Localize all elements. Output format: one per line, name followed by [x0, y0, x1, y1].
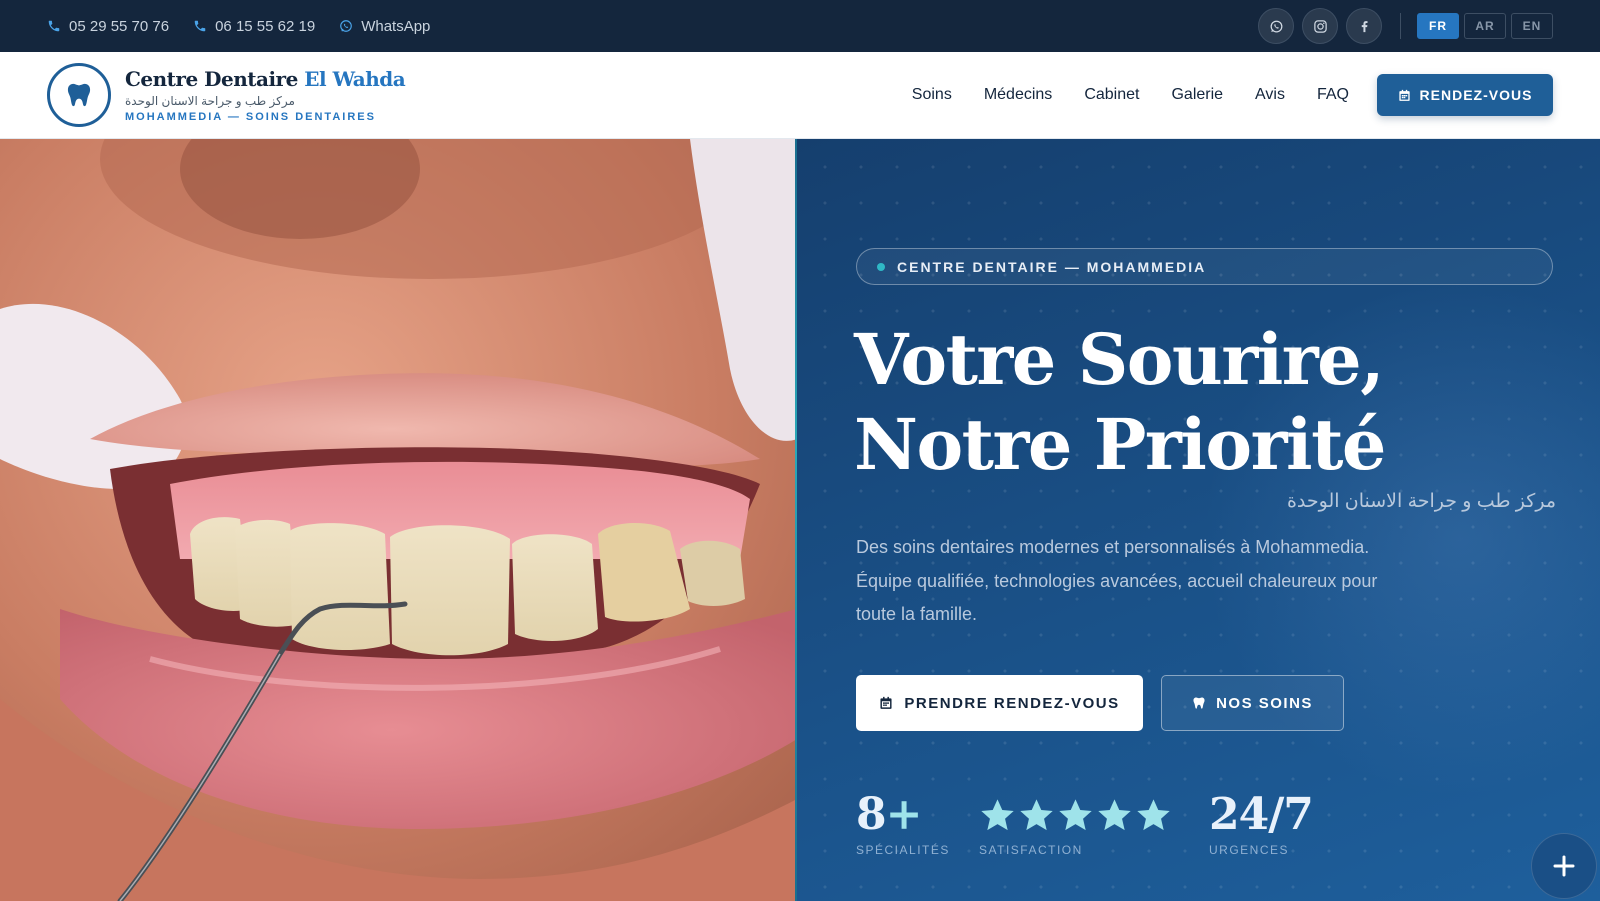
calendar-icon	[880, 696, 892, 709]
book-appointment-label: PRENDRE RENDEZ-VOUS	[904, 694, 1120, 712]
phone-icon	[194, 20, 206, 32]
hero-photo	[0, 139, 797, 901]
badge-text: CENTRE DENTAIRE — MOHAMMEDIA	[897, 258, 1207, 275]
floating-action-button[interactable]	[1531, 833, 1597, 899]
facebook-icon	[1361, 20, 1367, 32]
brand-name-main: Centre Dentaire	[125, 67, 298, 91]
stat-specialties-number: 8	[856, 789, 887, 840]
hero-arabic-subtitle: مركز طب و جراحة الاسنان الوحدة	[1286, 491, 1556, 512]
star-icon	[1137, 798, 1170, 830]
nav-link-medecins[interactable]: Médecins	[984, 86, 1052, 104]
star-icon	[1020, 798, 1053, 830]
badge-dot	[877, 262, 885, 271]
lang-ar[interactable]: AR	[1464, 13, 1506, 39]
hero-title-line1: Votre Sourire,	[854, 318, 1385, 401]
whatsapp-link[interactable]: WhatsApp	[339, 18, 430, 35]
whatsapp-label: WhatsApp	[361, 17, 431, 35]
stat-satisfaction: SATISFACTION	[979, 789, 1172, 857]
our-services-button[interactable]: NOS SOINS	[1161, 675, 1344, 731]
rating-stars	[979, 789, 1172, 841]
whatsapp-icon	[1270, 20, 1282, 32]
top-right-controls: FR AR EN	[1250, 8, 1553, 44]
nav-link-galerie[interactable]: Galerie	[1171, 86, 1223, 104]
star-icon	[1059, 798, 1092, 830]
hero-panel: CENTRE DENTAIRE — MOHAMMEDIA Votre Souri…	[797, 139, 1600, 901]
phone-number-2: 06 15 55 62 19	[215, 17, 316, 35]
hero-title: Votre Sourire, Notre Priorité	[854, 317, 1386, 487]
lang-fr[interactable]: FR	[1417, 13, 1459, 39]
stat-specialties-value: 8+	[856, 789, 950, 841]
calendar-icon	[1398, 89, 1410, 101]
appointment-button[interactable]: RENDEZ-VOUS	[1377, 74, 1553, 116]
brand-text: Centre Dentaire El Wahda مركز طب و جراحة…	[125, 67, 406, 123]
hero-badge: CENTRE DENTAIRE — MOHAMMEDIA	[856, 248, 1553, 285]
phone-link-2[interactable]: 06 15 55 62 19	[193, 18, 315, 35]
brand-subtitle: MOHAMMEDIA — SOINS DENTAIRES	[125, 111, 376, 123]
nav-link-faq[interactable]: FAQ	[1317, 86, 1349, 104]
facebook-button[interactable]	[1346, 8, 1382, 44]
phone-link-1[interactable]: 05 29 55 70 76	[47, 18, 169, 35]
instagram-button[interactable]	[1302, 8, 1338, 44]
stat-specialties-label: SPÉCIALITÉS	[856, 843, 950, 857]
nav-menu: Soins Médecins Cabinet Galerie Avis FAQ …	[880, 74, 1553, 116]
hero-description: Des soins dentaires modernes et personna…	[856, 537, 1378, 624]
stat-specialties: 8+ SPÉCIALITÉS	[856, 789, 950, 857]
stat-specialties-suffix: +	[885, 789, 923, 840]
stat-satisfaction-label: SATISFACTION	[979, 843, 1083, 857]
stat-emergencies-label: URGENCES	[1209, 843, 1290, 857]
instagram-icon	[1313, 19, 1327, 33]
phone-icon	[48, 20, 60, 32]
brand[interactable]: Centre Dentaire El Wahda مركز طب و جراحة…	[47, 63, 406, 127]
divider	[1400, 13, 1401, 39]
lang-en[interactable]: EN	[1511, 13, 1553, 39]
tooth-icon	[67, 83, 91, 107]
nav-link-avis[interactable]: Avis	[1255, 86, 1285, 104]
top-bar: 05 29 55 70 76 06 15 55 62 19 WhatsApp F…	[0, 0, 1600, 52]
brand-name: Centre Dentaire El Wahda	[125, 67, 406, 91]
main-nav: Centre Dentaire El Wahda مركز طب و جراحة…	[0, 52, 1600, 139]
brand-name-accent: El Wahda	[304, 67, 406, 91]
plus-icon	[1553, 855, 1575, 877]
book-appointment-button[interactable]: PRENDRE RENDEZ-VOUS	[856, 675, 1143, 731]
our-services-label: NOS SOINS	[1216, 694, 1313, 712]
nav-link-soins[interactable]: Soins	[912, 86, 952, 104]
brand-arabic: مركز طب و جراحة الاسنان الوحدة	[125, 94, 295, 108]
hero-title-line2: Notre Priorité	[854, 403, 1386, 486]
appointment-button-label: RENDEZ-VOUS	[1419, 87, 1533, 103]
contact-list: 05 29 55 70 76 06 15 55 62 19 WhatsApp	[47, 18, 430, 35]
whatsapp-icon	[340, 20, 353, 32]
stat-emergencies: 24/7 URGENCES	[1209, 789, 1314, 857]
star-icon	[1098, 798, 1131, 830]
tooth-logo	[47, 63, 111, 127]
star-icon	[981, 798, 1014, 830]
tooth-icon	[1193, 697, 1205, 709]
whatsapp-social-button[interactable]	[1258, 8, 1294, 44]
phone-number-1: 05 29 55 70 76	[69, 17, 170, 35]
nav-link-cabinet[interactable]: Cabinet	[1084, 86, 1139, 104]
stat-emergencies-value: 24/7	[1209, 789, 1314, 840]
